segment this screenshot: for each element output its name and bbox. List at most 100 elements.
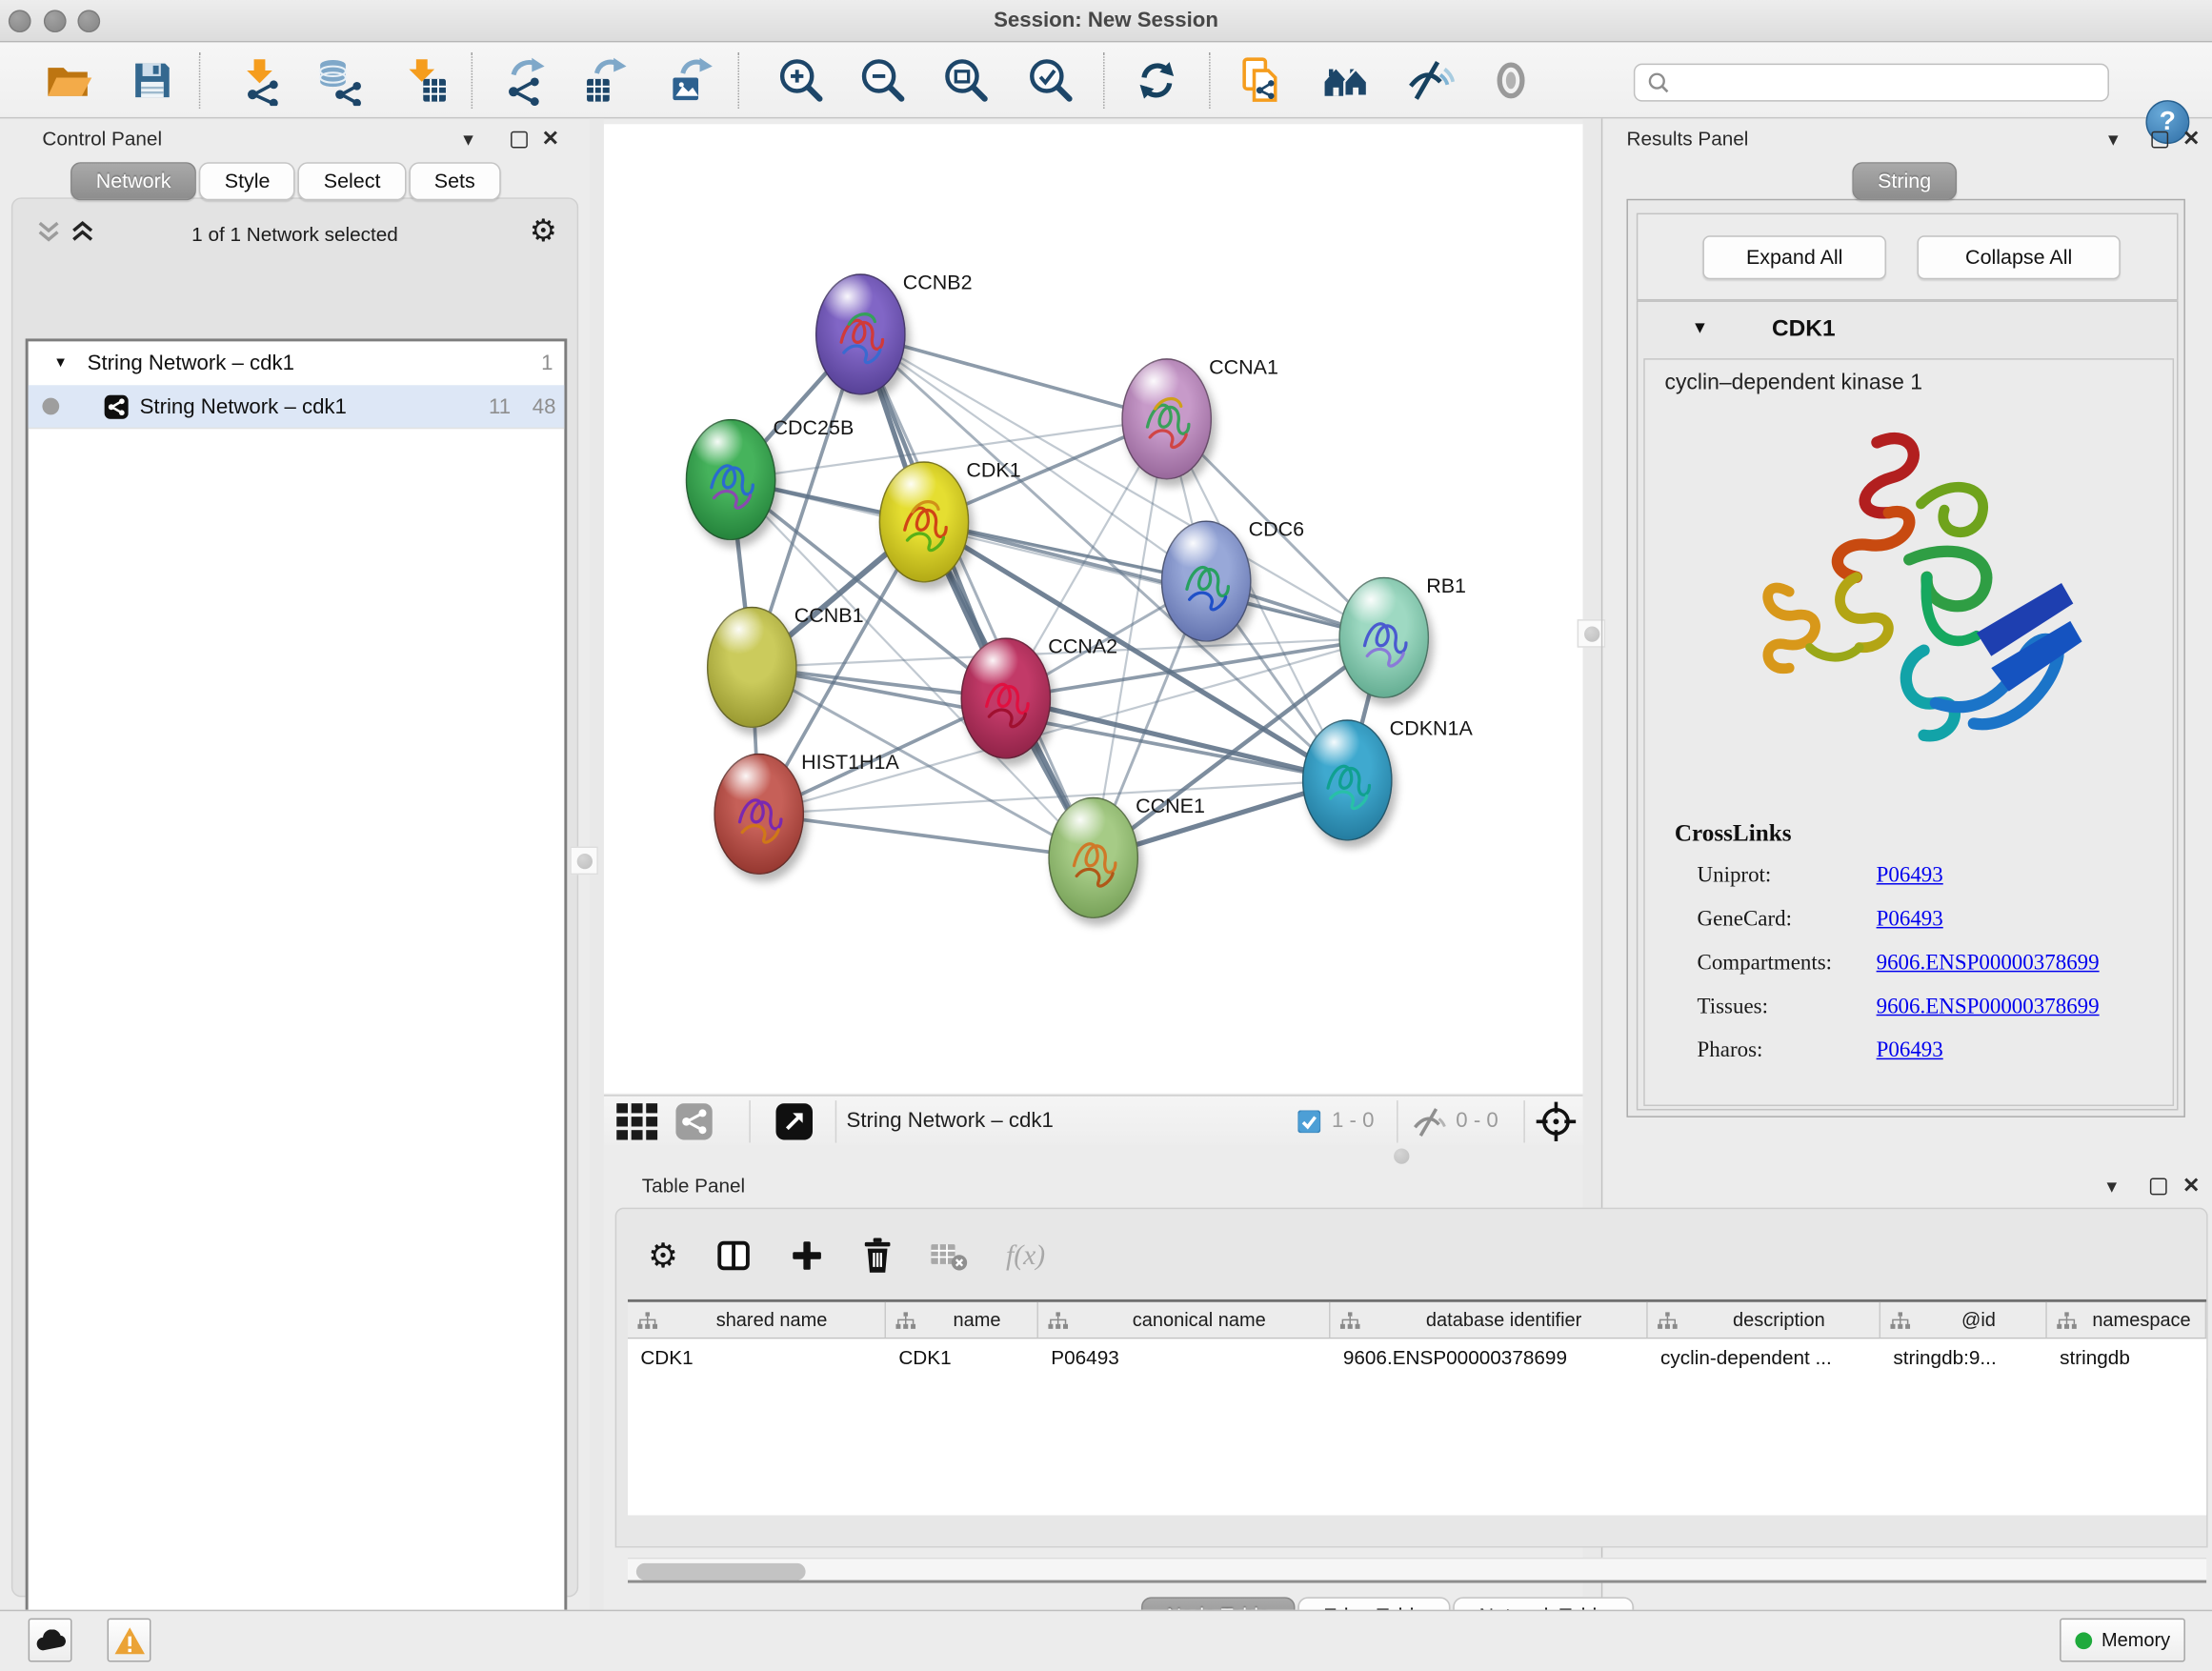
delete-table-icon-disabled: [927, 1232, 969, 1279]
collection-expander-icon[interactable]: ▼: [53, 355, 68, 371]
control-panel-menu-icon[interactable]: ▼: [460, 130, 477, 150]
export-network-icon[interactable]: [501, 55, 552, 106]
gene-description: cyclin–dependent kinase 1: [1664, 371, 1922, 396]
table-cell[interactable]: cyclin-dependent ...: [1648, 1339, 1880, 1378]
table-cell[interactable]: 9606.ENSP00000378699: [1330, 1339, 1647, 1378]
zoom-selected-icon[interactable]: [1026, 55, 1076, 106]
import-table-file-icon[interactable]: [399, 55, 450, 106]
results-panel-float-icon[interactable]: [2151, 131, 2168, 149]
table-cell[interactable]: P06493: [1038, 1339, 1331, 1378]
node-CCNB2[interactable]: [815, 273, 906, 394]
table-horizontal-scrollbar[interactable]: [628, 1558, 2206, 1583]
table-cell[interactable]: stringdb: [2047, 1339, 2206, 1378]
import-network-database-icon[interactable]: [313, 55, 364, 106]
import-network-file-icon[interactable]: [234, 55, 285, 106]
export-table-icon[interactable]: [581, 55, 632, 106]
column-header-shared-name[interactable]: shared name: [628, 1302, 886, 1338]
expand-all-button[interactable]: Expand All: [1702, 235, 1886, 279]
control-panel-close-icon[interactable]: ✕: [542, 126, 560, 151]
scrollbar-thumb[interactable]: [636, 1563, 806, 1580]
search-input[interactable]: [1672, 67, 2108, 98]
edge-CCNA2-CDKN1A[interactable]: [1006, 698, 1347, 780]
eye-icon[interactable]: [1487, 55, 1538, 106]
crosshair-icon[interactable]: [1535, 1100, 1577, 1142]
table-gear-icon[interactable]: ⚙: [642, 1232, 684, 1279]
table-row[interactable]: CDK1CDK1P064939606.ENSP00000378699cyclin…: [628, 1339, 2206, 1378]
results-panel-menu-icon[interactable]: ▼: [2105, 130, 2122, 150]
network-row-selected[interactable]: String Network – cdk1 11 48: [29, 385, 565, 429]
section-expander-icon[interactable]: ▼: [1692, 317, 1709, 337]
edge-RB1-HIST1H1A[interactable]: [759, 637, 1384, 814]
zoom-fit-icon[interactable]: [941, 55, 992, 106]
clone-network-icon[interactable]: [1236, 55, 1286, 106]
delete-column-icon[interactable]: [856, 1232, 898, 1279]
refresh-icon[interactable]: [1132, 55, 1182, 106]
hidden-eye-slash-icon[interactable]: [1411, 1105, 1448, 1139]
cloud-button[interactable]: [29, 1619, 72, 1662]
column-header-name[interactable]: name: [886, 1302, 1038, 1338]
memory-button[interactable]: Memory: [2060, 1619, 2185, 1662]
column-header-database-identifier[interactable]: database identifier: [1330, 1302, 1647, 1338]
tab-sets[interactable]: Sets: [409, 162, 500, 200]
crosslink-pharos-link[interactable]: P06493: [1877, 1038, 1943, 1064]
crosslink-compartments-link[interactable]: 9606.ENSP00000378699: [1877, 951, 2100, 976]
save-session-icon[interactable]: [127, 55, 177, 106]
left-splitter-handle[interactable]: [570, 847, 598, 876]
network-view-mode-icon[interactable]: [675, 1103, 713, 1140]
grid-view-icon[interactable]: [616, 1103, 658, 1140]
open-in-window-icon[interactable]: [775, 1103, 813, 1140]
column-header-namespace[interactable]: namespace: [2047, 1302, 2206, 1338]
node-CDK1[interactable]: [879, 461, 970, 582]
node-RB1[interactable]: [1338, 577, 1429, 698]
crosslink-genecard-link[interactable]: P06493: [1877, 907, 1943, 933]
table-cell[interactable]: stringdb:9...: [1880, 1339, 2047, 1378]
export-image-icon[interactable]: [666, 55, 716, 106]
table-cell[interactable]: CDK1: [886, 1339, 1038, 1378]
tab-string[interactable]: String: [1852, 162, 1956, 200]
bottom-splitter-handle[interactable]: [1394, 1148, 1409, 1163]
control-panel-float-icon[interactable]: [511, 131, 528, 149]
tab-style[interactable]: Style: [199, 162, 295, 200]
table-cell[interactable]: CDK1: [628, 1339, 886, 1378]
tab-network[interactable]: Network: [70, 162, 196, 200]
node-CCNE1[interactable]: [1048, 797, 1138, 918]
selected-counts: 1 - 0: [1332, 1109, 1374, 1133]
node-HIST1H1A[interactable]: [714, 754, 804, 875]
bottom-splitter[interactable]: [604, 1145, 1583, 1165]
status-bar: Memory: [0, 1610, 2212, 1671]
results-panel-close-icon[interactable]: ✕: [2182, 126, 2201, 151]
collapse-all-button[interactable]: Collapse All: [1918, 235, 2121, 279]
selected-checkbox-icon[interactable]: [1297, 1110, 1320, 1133]
edge-CCNB2-CCNE1[interactable]: [860, 334, 1093, 857]
table-panel-close-icon[interactable]: ✕: [2182, 1173, 2201, 1198]
network-canvas[interactable]: CCNB2CCNA1CDC25BCDK1CDC6RB1CCNB1CCNA2CDK…: [604, 124, 1583, 1093]
column-header-canonical-name[interactable]: canonical name: [1038, 1302, 1331, 1338]
houses-icon[interactable]: [1320, 55, 1371, 106]
table-panel-float-icon[interactable]: [2150, 1178, 2167, 1196]
column-header-description[interactable]: description: [1648, 1302, 1880, 1338]
edge-CCNE1-HIST1H1A[interactable]: [759, 814, 1094, 857]
node-CCNB1[interactable]: [707, 607, 797, 728]
gene-section-header[interactable]: ▼ CDK1: [1638, 302, 2177, 358]
node-CDKN1A[interactable]: [1302, 719, 1393, 840]
node-CDC25B[interactable]: [686, 419, 776, 540]
node-CDC6[interactable]: [1161, 520, 1252, 641]
node-CCNA2[interactable]: [960, 637, 1051, 758]
column-header-@id[interactable]: @id: [1880, 1302, 2047, 1338]
crosslink-tissues-link[interactable]: 9606.ENSP00000378699: [1877, 995, 2100, 1020]
add-column-icon[interactable]: [786, 1232, 828, 1279]
crosslink-uniprot-link[interactable]: P06493: [1877, 863, 1943, 889]
show-columns-icon[interactable]: [713, 1232, 754, 1279]
network-collection-row[interactable]: ▼ String Network – cdk1 1: [29, 341, 565, 385]
open-session-icon[interactable]: [42, 55, 92, 106]
tab-select[interactable]: Select: [298, 162, 406, 200]
zoom-out-icon[interactable]: [857, 55, 908, 106]
table-panel-menu-icon[interactable]: ▼: [2103, 1177, 2121, 1197]
gear-icon[interactable]: ⚙: [530, 213, 557, 251]
node-CCNA1[interactable]: [1121, 358, 1212, 479]
warnings-button[interactable]: [108, 1619, 151, 1662]
hide-panels-icon[interactable]: [1403, 55, 1454, 106]
crosslink-row: GeneCard:P06493: [1645, 900, 2173, 944]
protein-thumbnail-icon: [1317, 743, 1379, 819]
zoom-in-icon[interactable]: [775, 55, 826, 106]
